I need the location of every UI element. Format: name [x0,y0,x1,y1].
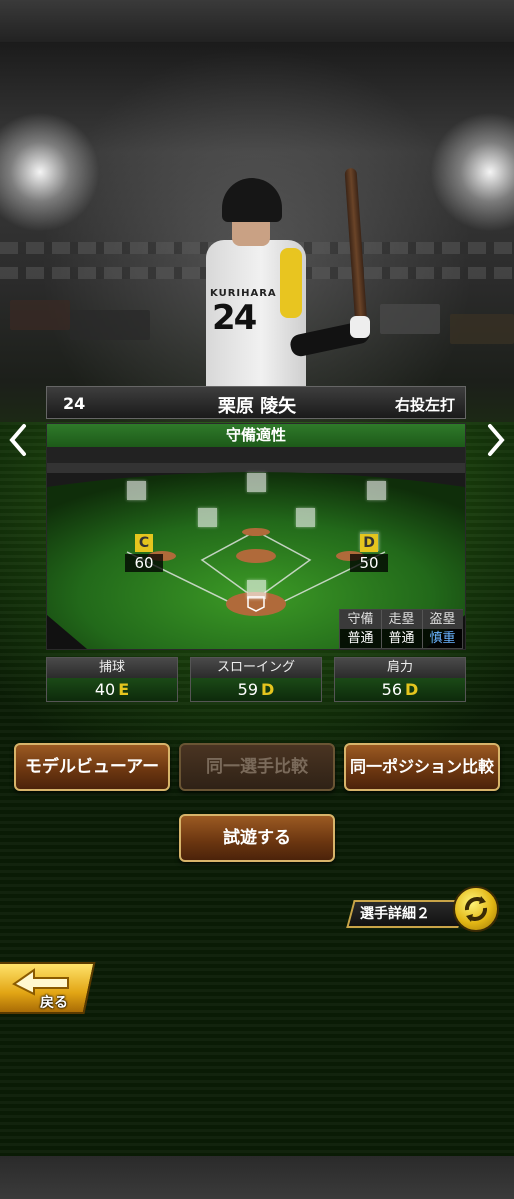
stat-label: 捕球 [47,658,177,678]
position-rf-marker [367,481,386,500]
trait-value: 普通 [388,631,415,646]
position-ss-marker [198,508,217,527]
player-shoulder-pad [280,248,302,318]
defense-aptitude-panel: 守備適性 C 60 D 50 守備 走塁 盗塁 普通 普通 慎重 [46,423,466,650]
ad-board [380,304,440,334]
player-glove [350,316,370,338]
stat-value-row: 56 D [335,678,465,701]
defense-panel-title: 守備適性 [47,424,465,447]
position-grade-value: 50 [350,554,388,572]
model-viewer-button[interactable]: モデルビューアー [14,743,170,791]
swap-arrows-icon[interactable] [453,886,499,932]
ad-board [10,300,70,330]
stat-throwing: スローイング 59 D [190,657,322,702]
stat-grade: D [261,680,275,699]
baseball-field-diagram: C 60 D 50 守備 走塁 盗塁 普通 普通 慎重 [47,447,465,649]
jersey-number: 24 [212,298,257,338]
try-play-button[interactable]: 試遊する [179,814,335,862]
stat-label: スローイング [191,658,321,678]
same-player-compare-button[interactable]: 同一選手比較 [179,743,335,791]
player-handedness: 右投左打 [394,396,455,414]
stat-value: 56 [381,680,403,699]
player-model: KURIHARA 24 [200,167,380,388]
chevron-right-icon[interactable] [484,420,508,460]
trait-table: 守備 走塁 盗塁 普通 普通 慎重 [339,609,463,649]
stat-grade: D [405,680,419,699]
trait-header: 走塁 [381,610,422,629]
position-lf-marker [127,481,146,500]
trait-divider [381,610,382,648]
same-position-compare-button[interactable]: 同一ポジション比較 [344,743,500,791]
trait-header: 守備 [340,610,381,629]
stadium-light-left [0,112,100,232]
stat-value: 40 [94,680,116,699]
trait-value: 普通 [347,631,374,646]
player-helmet [222,178,282,222]
stadium-light-right [430,112,514,232]
trait-header: 盗塁 [422,610,463,629]
stat-label: 肩力 [335,658,465,678]
position-2b-marker [296,508,315,527]
stat-catching: 捕球 40 E [46,657,178,702]
position-cf-marker [247,473,266,492]
stat-grade: E [118,680,130,699]
ad-board [70,310,150,340]
stat-arm-strength: 肩力 56 D [334,657,466,702]
position-c-marker [247,580,266,599]
bottom-nav-bar [0,1156,514,1199]
player-info-bar: 24 栗原 陵矢 右投左打 [46,386,466,419]
ad-board [450,314,514,344]
player-detail-label: 選手詳細２ [360,906,430,922]
top-status-bar [0,0,514,42]
position-grade-letter: D [360,534,378,552]
stat-value-row: 59 D [191,678,321,701]
stat-value: 59 [237,680,259,699]
position-grade-letter: C [135,534,153,552]
back-button[interactable]: 戻る [0,962,96,1016]
chevron-left-icon[interactable] [6,420,30,460]
trait-divider [422,610,423,648]
back-label: 戻る [40,995,68,1011]
bat-image [344,167,368,329]
player-detail-button[interactable]: 選手詳細２ [346,884,510,936]
position-grade-value: 60 [125,554,163,572]
trait-value: 慎重 [429,631,456,646]
stat-value-row: 40 E [47,678,177,701]
